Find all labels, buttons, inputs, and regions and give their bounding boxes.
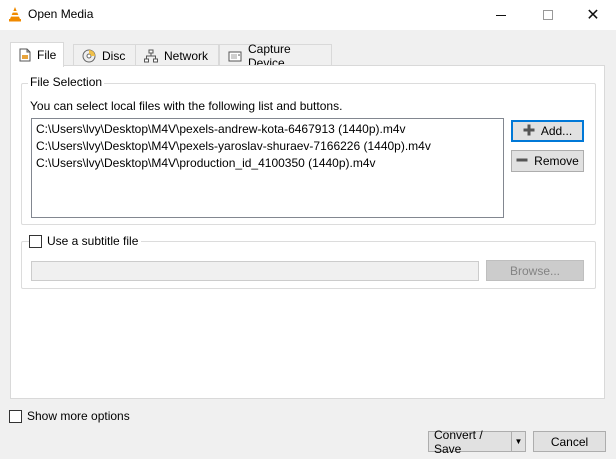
- disc-icon: [82, 49, 96, 63]
- convert-save-label: Convert / Save: [434, 427, 483, 456]
- tab-disc-label: Disc: [102, 48, 126, 63]
- show-more-options-checkbox[interactable]: [9, 409, 22, 423]
- subtitle-checkbox-row[interactable]: Use a subtitle file: [29, 234, 142, 248]
- minus-icon: [516, 154, 528, 169]
- remove-file-label: Remove: [534, 154, 579, 168]
- tab-disc[interactable]: Disc: [73, 44, 136, 66]
- minimize-button[interactable]: [478, 0, 524, 30]
- subtitle-group: Use a subtitle file Browse...: [21, 234, 596, 289]
- tab-file-label: File: [37, 48, 57, 62]
- tab-file[interactable]: File: [10, 42, 64, 67]
- file-selection-group: File Selection You can select local file…: [21, 75, 596, 225]
- tab-network[interactable]: Network: [135, 44, 219, 66]
- minimize-icon: [496, 14, 506, 16]
- subtitle-path-field: [31, 261, 479, 281]
- cancel-label: Cancel: [550, 434, 589, 449]
- cancel-button[interactable]: Cancel: [533, 431, 606, 452]
- plus-icon: [523, 124, 535, 139]
- subtitle-checkbox-label: Use a subtitle file: [47, 234, 139, 248]
- show-more-options-label: Show more options: [27, 409, 130, 423]
- convert-save-button[interactable]: Convert / Save ▼: [428, 428, 526, 456]
- list-item[interactable]: C:\Users\lvy\Desktop\M4V\pexels-andrew-k…: [32, 121, 503, 138]
- file-selection-helper: You can select local files with the foll…: [30, 99, 343, 113]
- add-file-button[interactable]: Add...: [511, 120, 584, 142]
- maximize-button[interactable]: [525, 0, 571, 30]
- file-tab-panel: File Selection You can select local file…: [10, 65, 605, 399]
- file-list[interactable]: C:\Users\lvy\Desktop\M4V\pexels-andrew-k…: [31, 118, 504, 218]
- file-icon: [19, 48, 31, 62]
- close-icon: ✕: [586, 5, 600, 24]
- subtitle-checkbox[interactable]: [29, 234, 42, 248]
- maximize-icon: [543, 10, 553, 20]
- list-item[interactable]: C:\Users\lvy\Desktop\M4V\production_id_4…: [32, 155, 503, 172]
- browse-label: Browse...: [509, 263, 560, 278]
- remove-file-button[interactable]: Remove: [511, 150, 584, 172]
- network-icon: [144, 49, 158, 63]
- capture-device-icon: [228, 49, 242, 63]
- add-file-label: Add...: [540, 124, 573, 138]
- tab-capture-device[interactable]: Capture Device: [219, 42, 332, 70]
- vlc-cone-icon: [8, 6, 22, 22]
- close-button[interactable]: ✕: [570, 0, 616, 30]
- show-more-options-row[interactable]: Show more options: [9, 409, 130, 423]
- browse-button: Browse...: [486, 260, 584, 281]
- chevron-down-icon[interactable]: ▼: [511, 432, 525, 451]
- tab-network-label: Network: [164, 48, 209, 63]
- title-bar: Open Media ✕: [0, 0, 616, 30]
- window-title: Open Media: [28, 7, 94, 21]
- file-selection-legend: File Selection: [28, 75, 105, 89]
- list-item[interactable]: C:\Users\lvy\Desktop\M4V\pexels-yaroslav…: [32, 138, 503, 155]
